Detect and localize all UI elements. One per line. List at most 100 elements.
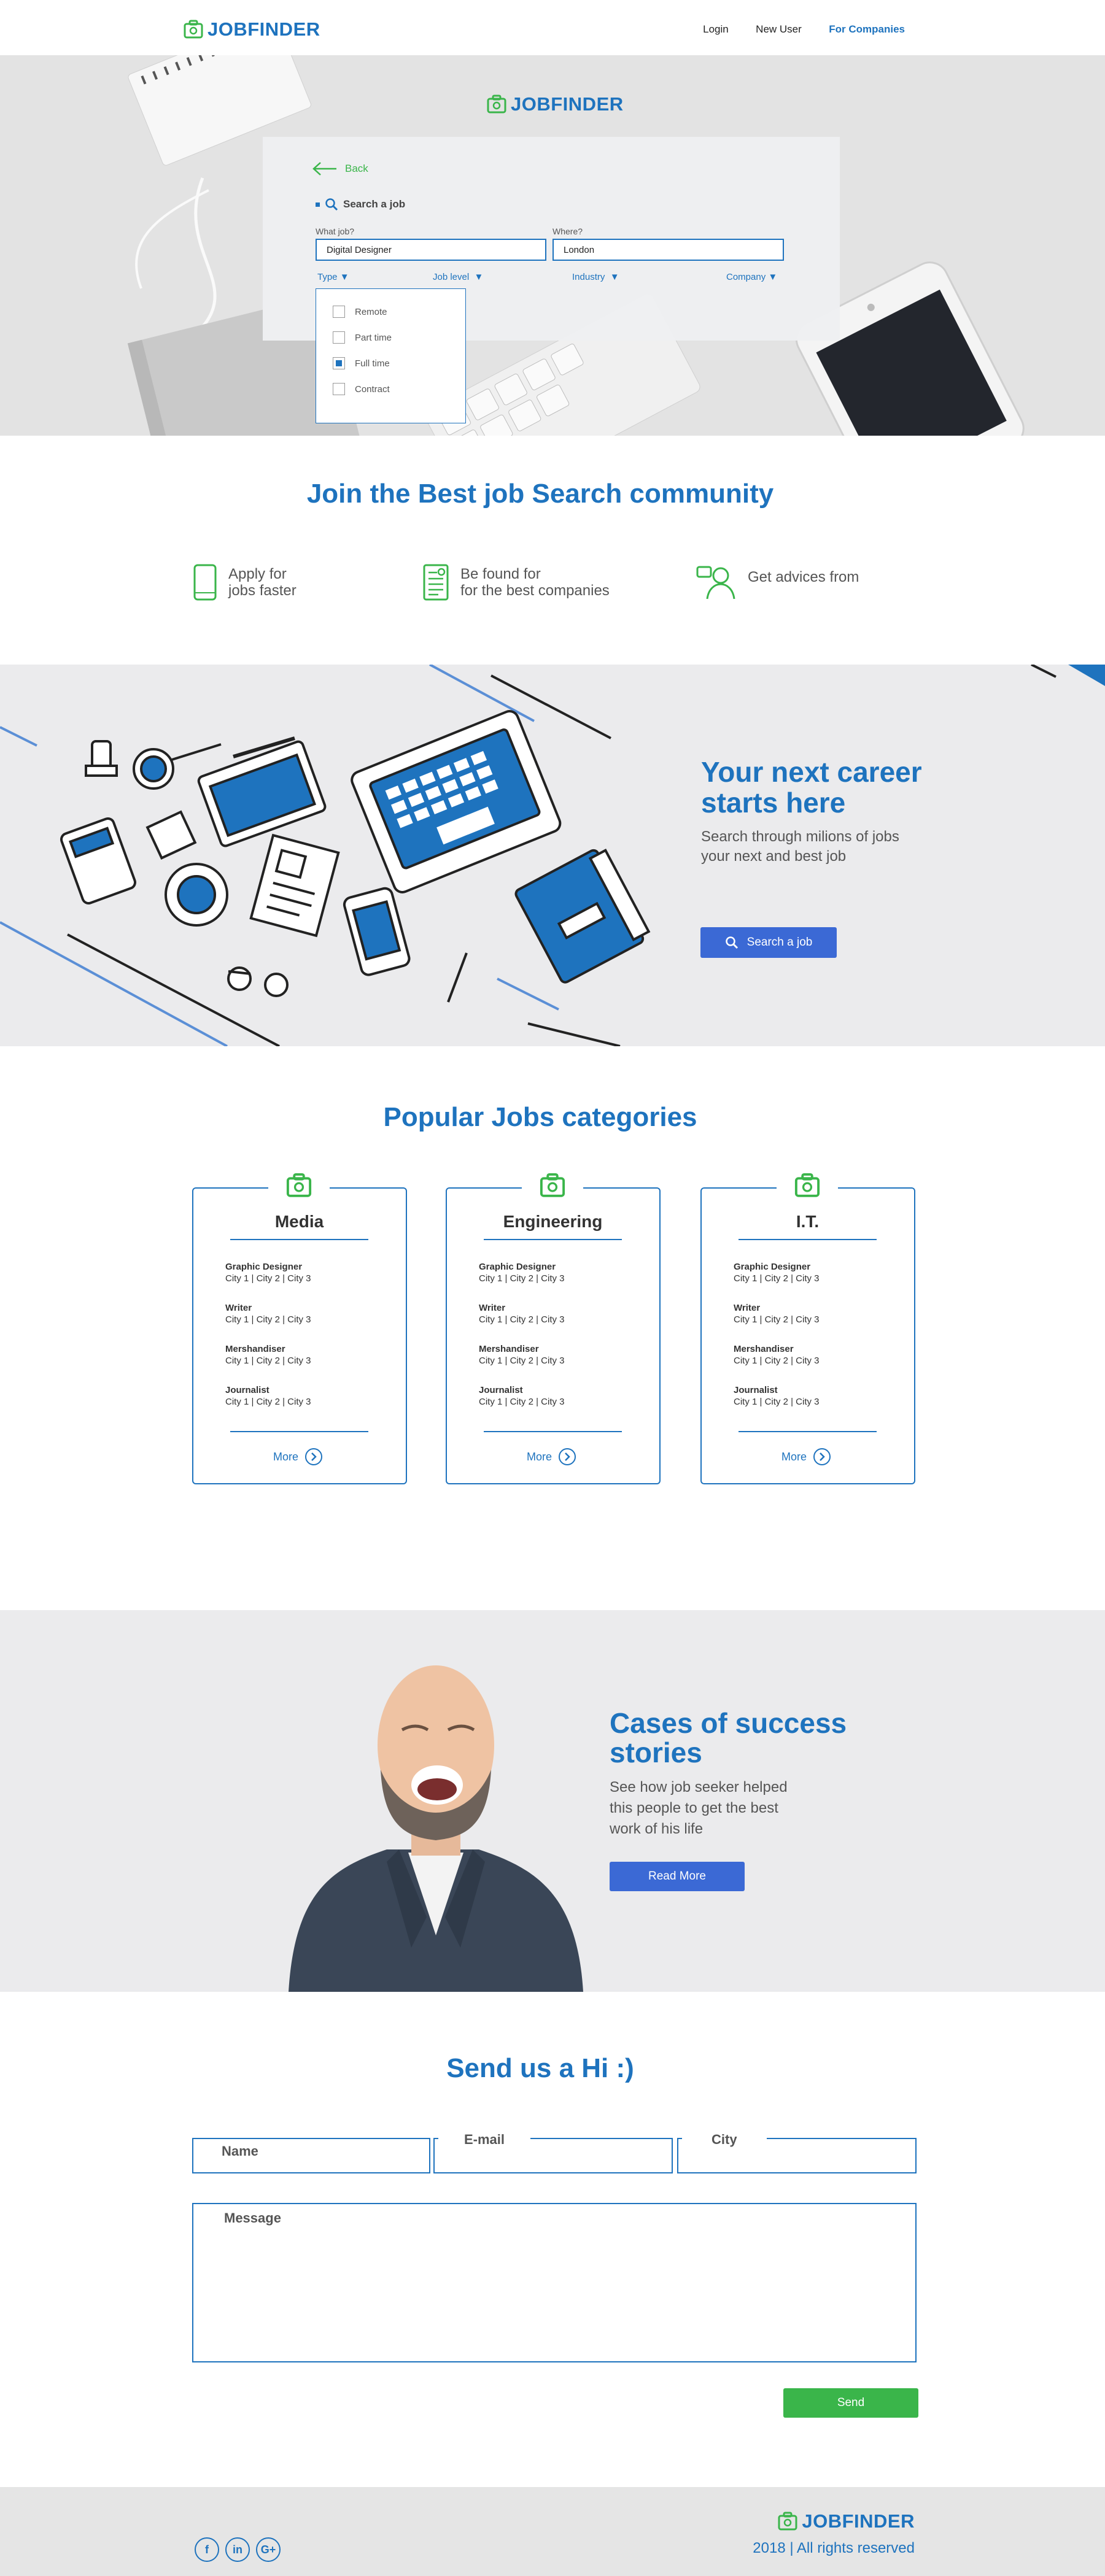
chevron-right-circle-icon (813, 1448, 831, 1465)
nav-login[interactable]: Login (703, 23, 729, 35)
card-icon-wrap (522, 1167, 583, 1204)
city-input[interactable]: City (677, 2132, 917, 2173)
more-label: More (273, 1450, 299, 1463)
document-icon (423, 564, 449, 601)
checkbox[interactable] (333, 331, 345, 344)
type-option-contract[interactable]: Contract (333, 376, 465, 402)
more-label: More (781, 1450, 807, 1463)
what-job-input[interactable]: Digital Designer (316, 239, 546, 261)
feature-apply: Apply for jobs faster (193, 563, 297, 601)
divider (484, 1239, 622, 1240)
type-option-part-time[interactable]: Part time (333, 325, 465, 350)
filter-type[interactable]: Type ▼ (317, 272, 349, 282)
search-job-label: Search a job (746, 936, 813, 949)
job-item[interactable]: Journalist City 1 | City 2 | City 3 (734, 1384, 820, 1408)
category-name: Engineering (503, 1212, 603, 1231)
job-cities: City 1 | City 2 | City 3 (225, 1314, 311, 1325)
category-name: Media (274, 1212, 324, 1231)
job-item[interactable]: Mershandiser City 1 | City 2 | City 3 (479, 1343, 565, 1367)
job-cities: City 1 | City 2 | City 3 (479, 1355, 565, 1366)
read-more-button[interactable]: Read More (610, 1862, 745, 1891)
success-section: Cases of success stories See how job see… (0, 1610, 1105, 1992)
hero-logo: JOBFINDER (486, 93, 624, 115)
job-item[interactable]: Graphic Designer City 1 | City 2 | City 3 (734, 1261, 820, 1284)
checkbox[interactable] (333, 306, 345, 318)
type-option-label: Remote (355, 306, 387, 317)
job-item[interactable]: Journalist City 1 | City 2 | City 3 (225, 1384, 311, 1408)
email-input[interactable]: E-mail (433, 2132, 673, 2173)
job-cities: City 1 | City 2 | City 3 (225, 1273, 311, 1284)
search-job-button[interactable]: Search a job (700, 927, 837, 958)
more-link[interactable]: More (527, 1448, 576, 1466)
more-link[interactable]: More (273, 1448, 323, 1466)
success-title: Cases of success stories (610, 1708, 847, 1767)
type-option-remote[interactable]: Remote (333, 299, 465, 325)
job-item[interactable]: Mershandiser City 1 | City 2 | City 3 (734, 1343, 820, 1367)
job-title: Mershandiser (734, 1344, 794, 1354)
feature-found-line1: Be found for (460, 566, 541, 582)
more-link[interactable]: More (781, 1448, 831, 1466)
feature-apply-line1: Apply for (228, 566, 287, 582)
job-cities: City 1 | City 2 | City 3 (225, 1355, 311, 1366)
nav-new-user[interactable]: New User (756, 23, 802, 35)
back-link[interactable]: Back (312, 161, 368, 176)
briefcase-icon (286, 1173, 312, 1197)
job-item[interactable]: Mershandiser City 1 | City 2 | City 3 (225, 1343, 311, 1367)
card-icon-wrap (777, 1167, 838, 1204)
chevron-right-circle-icon (305, 1448, 323, 1465)
job-item[interactable]: Journalist City 1 | City 2 | City 3 (479, 1384, 565, 1408)
divider (484, 1431, 622, 1432)
email-label: E-mail (438, 2132, 531, 2148)
filter-job-level-label: Job level (433, 272, 470, 282)
divider (230, 1239, 368, 1240)
job-item[interactable]: Writer City 1 | City 2 | City 3 (479, 1302, 565, 1325)
job-item[interactable]: Writer City 1 | City 2 | City 3 (734, 1302, 820, 1325)
filter-company[interactable]: Company ▼ (726, 272, 777, 282)
back-label: Back (345, 163, 368, 174)
nav-for-companies[interactable]: For Companies (829, 23, 905, 35)
job-title: Mershandiser (479, 1344, 539, 1354)
job-cities: City 1 | City 2 | City 3 (734, 1355, 820, 1366)
chevron-right-circle-icon (559, 1448, 576, 1465)
checkbox[interactable] (333, 383, 345, 395)
filter-industry[interactable]: Industry ▼ (572, 272, 619, 282)
arrow-left-icon (312, 162, 336, 175)
where-label: Where? (552, 226, 583, 236)
name-input[interactable]: Name (192, 2138, 430, 2173)
copyright: 2018 | All rights reserved (753, 2540, 915, 2556)
where-input[interactable]: London (552, 239, 784, 261)
job-item[interactable]: Graphic Designer City 1 | City 2 | City 3 (479, 1261, 565, 1284)
main-nav: Login New User For Companies (678, 23, 905, 36)
job-item[interactable]: Writer City 1 | City 2 | City 3 (225, 1302, 311, 1325)
bullet-square (316, 202, 320, 207)
job-item[interactable]: Graphic Designer City 1 | City 2 | City 3 (225, 1261, 311, 1284)
header-logo[interactable]: JOBFINDER (183, 18, 320, 40)
job-cities: City 1 | City 2 | City 3 (479, 1314, 565, 1325)
checkbox[interactable] (333, 357, 345, 369)
smiling-man-photo (289, 1665, 583, 1992)
job-cities: City 1 | City 2 | City 3 (734, 1273, 820, 1284)
divider (230, 1431, 368, 1432)
send-button[interactable]: Send (783, 2388, 918, 2418)
job-cities: City 1 | City 2 | City 3 (479, 1273, 565, 1284)
footer: f in G+ JOBFINDER 2018 | All rights reserv… (0, 2487, 1105, 2576)
footer-logo[interactable]: JOBFINDER (777, 2510, 915, 2532)
job-title: Journalist (479, 1385, 523, 1395)
type-option-label: Part time (355, 332, 392, 343)
career-text-line2: your next and best job (701, 848, 847, 865)
google-plus-icon[interactable]: G+ (256, 2537, 281, 2562)
category-name: I.T. (796, 1212, 820, 1231)
category-card-0: Media Graphic Designer City 1 | City 2 | C… (192, 1167, 407, 1484)
footer-logo-text: JOBFINDER (802, 2510, 915, 2532)
filter-job-level[interactable]: Job level ▼ (433, 272, 483, 282)
social-links: f in G+ (195, 2537, 281, 2562)
type-option-full-time[interactable]: Full time (333, 350, 465, 376)
career-title: Your next career starts here (701, 757, 922, 818)
filter-industry-label: Industry (572, 272, 605, 282)
message-textarea[interactable]: Message (192, 2203, 917, 2362)
caret-down-icon: ▼ (339, 272, 349, 282)
facebook-icon[interactable]: f (195, 2537, 219, 2562)
job-title: Journalist (734, 1385, 778, 1395)
linkedin-icon[interactable]: in (225, 2537, 250, 2562)
categories-title: Popular Jobs categories (383, 1102, 697, 1132)
